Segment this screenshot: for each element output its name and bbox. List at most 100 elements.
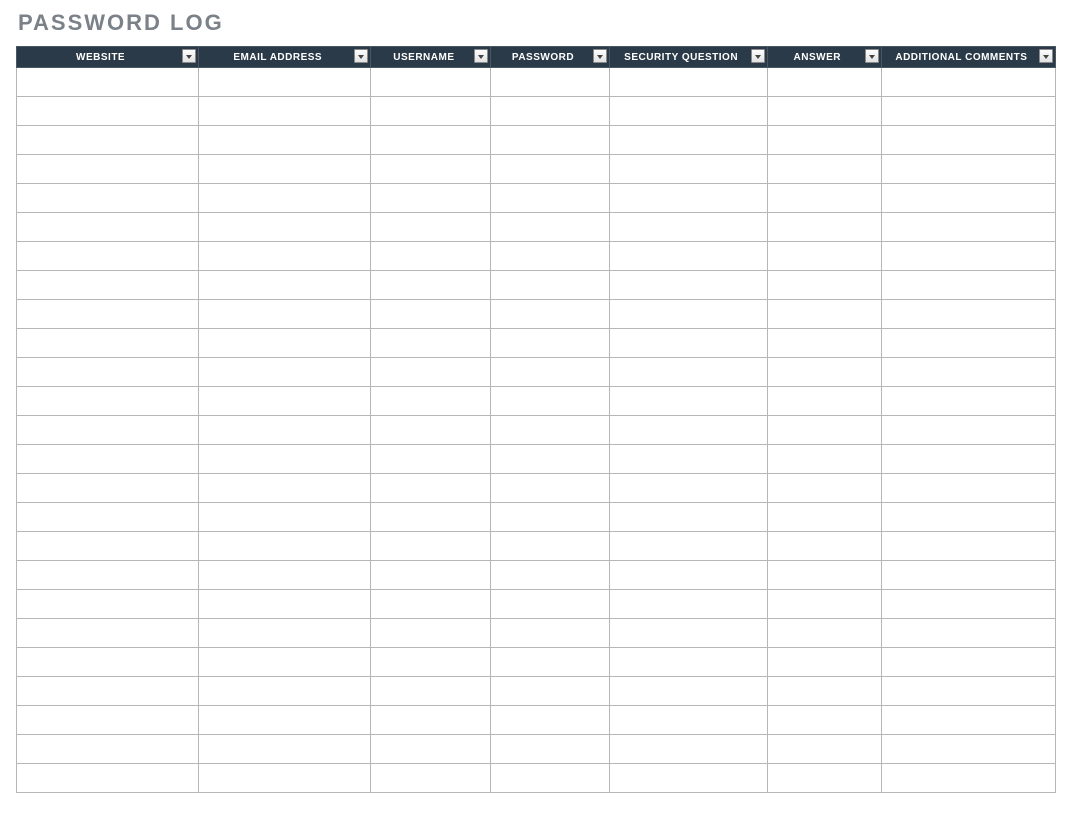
cell-password[interactable] — [491, 474, 609, 503]
filter-dropdown-icon[interactable] — [865, 49, 879, 63]
cell-secq[interactable] — [609, 358, 767, 387]
cell-username[interactable] — [371, 735, 491, 764]
cell-comments[interactable] — [881, 126, 1055, 155]
cell-website[interactable] — [17, 97, 199, 126]
cell-secq[interactable] — [609, 387, 767, 416]
col-header-security-question[interactable]: SECURITY QUESTION — [609, 47, 767, 68]
cell-answer[interactable] — [767, 474, 881, 503]
cell-answer[interactable] — [767, 619, 881, 648]
cell-email[interactable] — [199, 416, 371, 445]
cell-answer[interactable] — [767, 706, 881, 735]
cell-website[interactable] — [17, 503, 199, 532]
cell-answer[interactable] — [767, 416, 881, 445]
cell-website[interactable] — [17, 155, 199, 184]
cell-secq[interactable] — [609, 68, 767, 97]
cell-comments[interactable] — [881, 271, 1055, 300]
cell-username[interactable] — [371, 213, 491, 242]
cell-website[interactable] — [17, 532, 199, 561]
cell-password[interactable] — [491, 590, 609, 619]
cell-email[interactable] — [199, 329, 371, 358]
cell-comments[interactable] — [881, 184, 1055, 213]
cell-username[interactable] — [371, 242, 491, 271]
cell-comments[interactable] — [881, 764, 1055, 793]
cell-secq[interactable] — [609, 735, 767, 764]
cell-email[interactable] — [199, 358, 371, 387]
cell-password[interactable] — [491, 561, 609, 590]
cell-password[interactable] — [491, 155, 609, 184]
cell-website[interactable] — [17, 68, 199, 97]
cell-email[interactable] — [199, 300, 371, 329]
cell-website[interactable] — [17, 764, 199, 793]
cell-email[interactable] — [199, 213, 371, 242]
cell-password[interactable] — [491, 184, 609, 213]
cell-comments[interactable] — [881, 561, 1055, 590]
cell-secq[interactable] — [609, 271, 767, 300]
cell-answer[interactable] — [767, 184, 881, 213]
cell-answer[interactable] — [767, 532, 881, 561]
cell-secq[interactable] — [609, 561, 767, 590]
cell-username[interactable] — [371, 706, 491, 735]
cell-answer[interactable] — [767, 329, 881, 358]
cell-answer[interactable] — [767, 445, 881, 474]
cell-email[interactable] — [199, 735, 371, 764]
cell-answer[interactable] — [767, 648, 881, 677]
cell-secq[interactable] — [609, 300, 767, 329]
cell-email[interactable] — [199, 561, 371, 590]
cell-username[interactable] — [371, 68, 491, 97]
cell-secq[interactable] — [609, 329, 767, 358]
cell-secq[interactable] — [609, 97, 767, 126]
cell-answer[interactable] — [767, 242, 881, 271]
cell-password[interactable] — [491, 358, 609, 387]
filter-dropdown-icon[interactable] — [354, 49, 368, 63]
cell-answer[interactable] — [767, 735, 881, 764]
filter-dropdown-icon[interactable] — [751, 49, 765, 63]
cell-secq[interactable] — [609, 242, 767, 271]
cell-username[interactable] — [371, 590, 491, 619]
cell-comments[interactable] — [881, 213, 1055, 242]
cell-website[interactable] — [17, 242, 199, 271]
cell-username[interactable] — [371, 126, 491, 155]
cell-comments[interactable] — [881, 706, 1055, 735]
cell-website[interactable] — [17, 590, 199, 619]
cell-answer[interactable] — [767, 590, 881, 619]
cell-comments[interactable] — [881, 387, 1055, 416]
cell-secq[interactable] — [609, 706, 767, 735]
cell-secq[interactable] — [609, 445, 767, 474]
cell-comments[interactable] — [881, 329, 1055, 358]
cell-secq[interactable] — [609, 474, 767, 503]
filter-dropdown-icon[interactable] — [182, 49, 196, 63]
cell-password[interactable] — [491, 648, 609, 677]
cell-website[interactable] — [17, 706, 199, 735]
filter-dropdown-icon[interactable] — [593, 49, 607, 63]
cell-email[interactable] — [199, 97, 371, 126]
cell-website[interactable] — [17, 300, 199, 329]
cell-password[interactable] — [491, 503, 609, 532]
cell-secq[interactable] — [609, 764, 767, 793]
cell-website[interactable] — [17, 474, 199, 503]
cell-email[interactable] — [199, 68, 371, 97]
cell-website[interactable] — [17, 126, 199, 155]
cell-answer[interactable] — [767, 68, 881, 97]
cell-comments[interactable] — [881, 416, 1055, 445]
cell-username[interactable] — [371, 329, 491, 358]
cell-answer[interactable] — [767, 677, 881, 706]
cell-website[interactable] — [17, 677, 199, 706]
cell-website[interactable] — [17, 358, 199, 387]
cell-password[interactable] — [491, 213, 609, 242]
cell-email[interactable] — [199, 445, 371, 474]
cell-email[interactable] — [199, 677, 371, 706]
cell-secq[interactable] — [609, 619, 767, 648]
cell-answer[interactable] — [767, 561, 881, 590]
cell-password[interactable] — [491, 300, 609, 329]
cell-secq[interactable] — [609, 155, 767, 184]
cell-secq[interactable] — [609, 126, 767, 155]
cell-answer[interactable] — [767, 213, 881, 242]
cell-email[interactable] — [199, 387, 371, 416]
cell-website[interactable] — [17, 445, 199, 474]
cell-password[interactable] — [491, 97, 609, 126]
cell-email[interactable] — [199, 590, 371, 619]
cell-password[interactable] — [491, 416, 609, 445]
cell-comments[interactable] — [881, 735, 1055, 764]
cell-comments[interactable] — [881, 242, 1055, 271]
cell-comments[interactable] — [881, 648, 1055, 677]
